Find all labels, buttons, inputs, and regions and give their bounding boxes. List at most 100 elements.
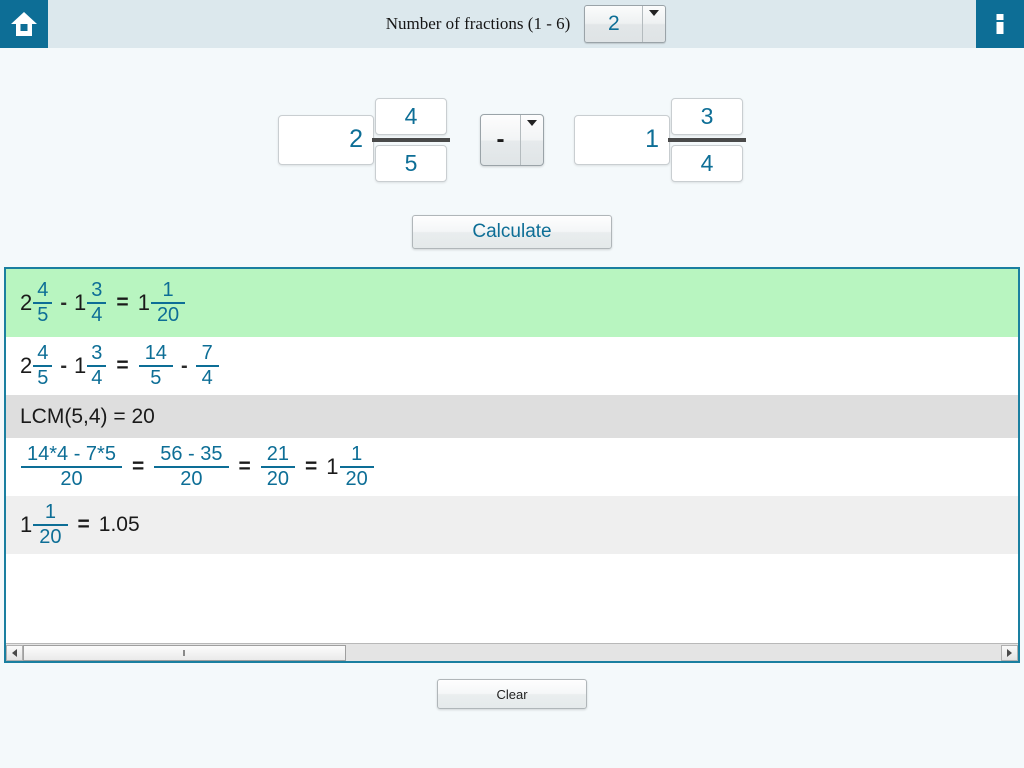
app-header: Number of fractions (1 - 6) 2 bbox=[0, 0, 1024, 48]
decimal-den: 20 bbox=[39, 526, 62, 548]
work-expression: 14*4 - 7*5 20 = 56 - 35 20 = 21 20 = 1 1… bbox=[20, 444, 375, 490]
term1-denominator-input[interactable]: 5 bbox=[375, 144, 447, 182]
fraction-term-2: 1 3 4 bbox=[574, 97, 746, 182]
info-icon bbox=[996, 14, 1004, 34]
term1-fraction: 4 5 bbox=[372, 97, 450, 182]
scroll-left-button[interactable] bbox=[6, 644, 23, 661]
work-step3-num: 21 bbox=[266, 443, 290, 465]
home-icon bbox=[11, 12, 37, 36]
work-step2-den: 20 bbox=[180, 468, 203, 490]
operator-dropdown-arrow[interactable] bbox=[521, 115, 543, 165]
results-rows: 2 4 5 - 1 3 4 = 1 1 20 2 4 5 - 1 3 4 = 1… bbox=[6, 269, 1018, 643]
improper-i2-den: 4 bbox=[201, 367, 213, 389]
fraction-input-area: 2 4 5 - 1 3 4 bbox=[0, 48, 1024, 223]
improper-t1-fraction: 4 5 bbox=[33, 342, 53, 389]
fraction-count-select[interactable]: 2 bbox=[584, 5, 667, 43]
clear-button-wrap: Clear bbox=[0, 679, 1024, 709]
improper-t2-num: 3 bbox=[91, 342, 103, 364]
work-mixed-fraction: 1 20 bbox=[339, 443, 374, 490]
term2-whole-input[interactable]: 1 bbox=[574, 114, 670, 165]
work-mixed-den: 20 bbox=[345, 468, 368, 490]
answer-t2-den: 4 bbox=[91, 304, 103, 326]
term1-numerator-input[interactable]: 4 bbox=[375, 97, 447, 135]
result-row-work: 14*4 - 7*5 20 = 56 - 35 20 = 21 20 = 1 1… bbox=[6, 438, 1018, 496]
answer-result-fraction: 1 20 bbox=[150, 279, 186, 326]
answer-t1-fraction: 4 5 bbox=[33, 279, 53, 326]
decimal-value: 1.05 bbox=[98, 513, 140, 536]
result-row-decimal: 1 1 20 = 1.05 bbox=[6, 496, 1018, 554]
answer-t1-num: 4 bbox=[37, 279, 49, 301]
home-button[interactable] bbox=[0, 0, 48, 48]
answer-result-num: 1 bbox=[162, 279, 174, 301]
chevron-down-icon bbox=[527, 119, 537, 126]
improper-i1-fraction: 14 5 bbox=[138, 342, 173, 389]
term1-whole-input[interactable]: 2 bbox=[278, 114, 374, 165]
improper-t2-whole: 1 bbox=[74, 353, 87, 378]
scrollbar-thumb[interactable] bbox=[23, 644, 346, 661]
arrow-right-icon bbox=[1007, 648, 1012, 657]
decimal-whole: 1 bbox=[20, 512, 33, 537]
term2-fraction: 3 4 bbox=[668, 97, 746, 182]
calculate-button[interactable]: Calculate bbox=[412, 215, 612, 249]
work-step3-fraction: 21 20 bbox=[260, 443, 296, 490]
work-mixed-num: 1 bbox=[351, 443, 363, 465]
result-row-lcm: LCM(5,4) = 20 bbox=[6, 395, 1018, 438]
work-mixed-whole: 1 bbox=[326, 454, 339, 479]
results-horizontal-scrollbar[interactable] bbox=[6, 643, 1018, 661]
work-step3-den: 20 bbox=[266, 468, 290, 490]
result-row-empty bbox=[6, 554, 1018, 592]
term2-fraction-bar bbox=[668, 137, 746, 142]
improper-operator-2: - bbox=[180, 354, 188, 377]
result-row-answer: 2 4 5 - 1 3 4 = 1 1 20 bbox=[6, 269, 1018, 337]
results-panel: 2 4 5 - 1 3 4 = 1 1 20 2 4 5 - 1 3 4 = 1… bbox=[4, 267, 1020, 663]
work-equals-1: = bbox=[131, 455, 145, 478]
improper-i2-fraction: 7 4 bbox=[195, 342, 219, 389]
work-step1-num: 14*4 - 7*5 bbox=[27, 443, 116, 465]
work-step2-fraction: 56 - 35 20 bbox=[154, 443, 229, 490]
term1-fraction-bar bbox=[372, 137, 450, 142]
answer-operator: - bbox=[60, 291, 68, 314]
scroll-right-button[interactable] bbox=[1001, 644, 1018, 661]
answer-t2-fraction: 3 4 bbox=[87, 280, 107, 326]
header-center-group: Number of fractions (1 - 6) 2 bbox=[48, 5, 1024, 43]
decimal-equals: = bbox=[77, 513, 90, 536]
answer-equals: = bbox=[116, 291, 129, 314]
improper-operator: - bbox=[60, 354, 68, 377]
operator-select[interactable]: - bbox=[480, 113, 544, 166]
term2-numerator-input[interactable]: 3 bbox=[671, 97, 743, 135]
fraction-count-label: Number of fractions (1 - 6) bbox=[385, 14, 571, 33]
work-step2-num: 56 - 35 bbox=[160, 443, 223, 465]
improper-i1-num: 14 bbox=[144, 342, 167, 364]
fraction-term-1: 2 4 5 bbox=[278, 97, 450, 182]
improper-expression: 2 4 5 - 1 3 4 = 14 5 - 7 4 bbox=[20, 343, 220, 389]
decimal-fraction: 1 20 bbox=[33, 501, 68, 548]
decimal-expression: 1 1 20 = 1.05 bbox=[20, 502, 140, 548]
improper-t2-fraction: 3 4 bbox=[87, 342, 107, 389]
result-row-improper: 2 4 5 - 1 3 4 = 14 5 - 7 4 bbox=[6, 337, 1018, 395]
work-equals-3: = bbox=[305, 455, 318, 478]
work-step1-fraction: 14*4 - 7*5 20 bbox=[21, 444, 122, 490]
answer-t2-whole: 1 bbox=[74, 290, 87, 315]
improper-t1-num: 4 bbox=[37, 342, 49, 364]
clear-button[interactable]: Clear bbox=[437, 679, 587, 709]
lcm-text: LCM(5,4) = 20 bbox=[20, 404, 155, 428]
arrow-left-icon bbox=[12, 648, 17, 657]
answer-result-den: 20 bbox=[156, 304, 180, 326]
improper-t2-den: 4 bbox=[91, 367, 103, 389]
fraction-count-value[interactable]: 2 bbox=[585, 6, 644, 42]
term2-denominator-input[interactable]: 4 bbox=[671, 144, 743, 182]
scrollbar-track[interactable] bbox=[23, 644, 1001, 661]
scrollbar-grip-icon bbox=[183, 649, 186, 656]
decimal-num: 1 bbox=[44, 501, 56, 523]
improper-i2-num: 7 bbox=[201, 342, 213, 364]
answer-t1-den: 5 bbox=[37, 304, 49, 326]
calculate-button-wrap: Calculate bbox=[0, 215, 1024, 249]
answer-expression: 2 4 5 - 1 3 4 = 1 1 20 bbox=[20, 280, 186, 326]
chevron-down-icon bbox=[649, 10, 660, 16]
improper-t1-whole: 2 bbox=[20, 353, 33, 378]
answer-result-whole: 1 bbox=[137, 290, 150, 315]
operator-value[interactable]: - bbox=[481, 114, 521, 165]
fraction-count-dropdown-arrow[interactable] bbox=[643, 6, 665, 42]
info-button[interactable] bbox=[976, 0, 1024, 48]
improper-i1-den: 5 bbox=[150, 367, 162, 389]
